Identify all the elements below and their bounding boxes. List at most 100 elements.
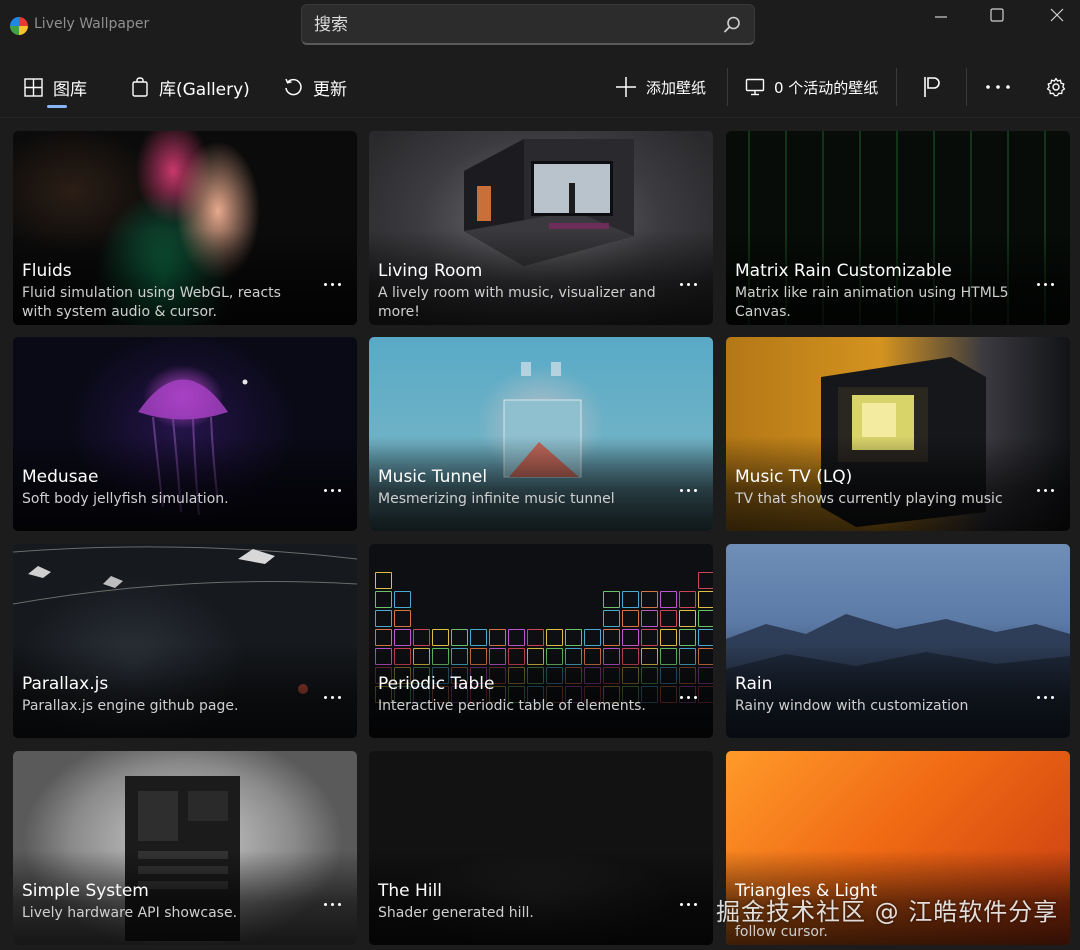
wallpaper-title: Medusae	[22, 467, 99, 487]
more-icon[interactable]	[317, 687, 347, 707]
periodic-cell	[565, 591, 582, 608]
wallpaper-title: Fluids	[22, 261, 72, 281]
periodic-cell	[489, 591, 506, 608]
add-wallpaper-button[interactable]: 添加壁纸	[615, 72, 706, 102]
screen-layout-button[interactable]	[918, 73, 946, 101]
wallpaper-card-rain[interactable]: Rain Rainy window with customization	[726, 544, 1070, 738]
wallpaper-description: Fluid simulation using WebGL, reacts wit…	[22, 285, 281, 320]
periodic-cell	[508, 591, 525, 608]
app-logo-icon	[10, 17, 28, 35]
nav-selected-indicator	[47, 105, 67, 108]
grid-icon	[24, 77, 43, 97]
maximize-icon[interactable]	[976, 4, 1020, 30]
periodic-cell	[527, 610, 544, 627]
periodic-cell	[527, 591, 544, 608]
periodic-cell	[413, 610, 430, 627]
periodic-cell	[641, 591, 658, 608]
wallpaper-card-living-room[interactable]: Living Room A lively room with music, vi…	[369, 131, 713, 325]
periodic-cell	[451, 572, 468, 589]
periodic-cell	[432, 591, 449, 608]
nav-item-label: 图库	[53, 79, 87, 100]
periodic-cell	[660, 591, 677, 608]
wallpaper-description: Shader generated hill.	[378, 905, 534, 921]
more-icon[interactable]	[1030, 274, 1060, 294]
wallpaper-card-simple-system[interactable]: Simple System Lively hardware API showca…	[13, 751, 357, 945]
more-options-button[interactable]	[984, 73, 1012, 101]
search-box[interactable]	[301, 4, 755, 45]
wallpaper-description: A lively room with music, visualizer and…	[378, 285, 656, 320]
active-wallpapers-button[interactable]: 0 个活动的壁纸	[745, 72, 878, 102]
nav-item-library[interactable]: 图库	[24, 72, 87, 102]
more-icon[interactable]	[673, 894, 703, 914]
search-input[interactable]	[314, 13, 704, 37]
nav-item-updates[interactable]: 更新	[283, 72, 347, 102]
periodic-cell	[622, 591, 639, 608]
periodic-cell	[565, 572, 582, 589]
periodic-cell	[679, 591, 696, 608]
periodic-cell	[679, 610, 696, 627]
divider	[966, 68, 967, 106]
periodic-cell	[660, 610, 677, 627]
periodic-cell	[432, 572, 449, 589]
wallpaper-card-music-tunnel[interactable]: Music Tunnel Mesmerizing infinite music …	[369, 337, 713, 531]
wallpaper-title: Matrix Rain Customizable	[735, 261, 952, 281]
search-icon[interactable]	[722, 15, 742, 35]
settings-button[interactable]	[1042, 73, 1070, 101]
periodic-cell	[698, 610, 713, 627]
periodic-cell	[622, 572, 639, 589]
watermark: 掘金技术社区 @ 江皓软件分享	[716, 898, 1059, 926]
periodic-cell	[641, 610, 658, 627]
more-icon[interactable]	[317, 274, 347, 294]
more-icon[interactable]	[317, 894, 347, 914]
refresh-icon	[285, 78, 302, 96]
more-icon[interactable]	[1030, 687, 1060, 707]
periodic-cell	[394, 591, 411, 608]
wallpaper-card-parallax[interactable]: Parallax.js Parallax.js engine github pa…	[13, 544, 357, 738]
periodic-cell	[451, 610, 468, 627]
periodic-cell	[603, 572, 620, 589]
wallpaper-title: Music Tunnel	[378, 467, 488, 487]
wallpaper-description: TV that shows currently playing music	[735, 491, 1003, 507]
monitor-icon	[745, 78, 765, 96]
wallpaper-title: Music TV (LQ)	[735, 467, 853, 487]
periodic-cell	[451, 591, 468, 608]
periodic-cell	[698, 591, 713, 608]
more-icon[interactable]	[1030, 480, 1060, 500]
close-icon[interactable]	[1035, 4, 1079, 30]
periodic-cell	[622, 610, 639, 627]
minimize-icon[interactable]	[920, 4, 964, 30]
periodic-cell	[641, 572, 658, 589]
nav-item-gallery[interactable]: 库(Gallery)	[131, 72, 250, 102]
shopping-bag-icon	[132, 77, 148, 97]
wallpaper-description: Lively hardware API showcase.	[22, 905, 238, 921]
periodic-cell	[546, 591, 563, 608]
periodic-cell	[413, 572, 430, 589]
more-icon[interactable]	[673, 480, 703, 500]
title-bar: Lively Wallpaper	[0, 0, 1080, 52]
wallpaper-card-matrix-rain[interactable]: Matrix Rain Customizable Matrix like rai…	[726, 131, 1070, 325]
wallpaper-card-periodic-table[interactable]: Periodic Table Interactive periodic tabl…	[369, 544, 713, 738]
periodic-cell	[470, 572, 487, 589]
periodic-cell	[546, 610, 563, 627]
wallpaper-description: Soft body jellyfish simulation.	[22, 491, 229, 507]
more-icon[interactable]	[673, 274, 703, 294]
periodic-cell	[679, 572, 696, 589]
periodic-cell	[489, 610, 506, 627]
wallpaper-title: Parallax.js	[22, 674, 109, 694]
wallpaper-card-fluids[interactable]: Fluids Fluid simulation using WebGL, rea…	[13, 131, 357, 325]
periodic-cell	[603, 591, 620, 608]
wallpaper-title: Living Room	[378, 261, 483, 281]
nav-item-label: 库(Gallery)	[159, 79, 250, 100]
wallpaper-card-music-tv[interactable]: Music TV (LQ) TV that shows currently pl…	[726, 337, 1070, 531]
wallpaper-description: Rainy window with customization	[735, 698, 969, 714]
periodic-cell	[508, 610, 525, 627]
wallpaper-card-medusae[interactable]: Medusae Soft body jellyfish simulation.	[13, 337, 357, 531]
periodic-cell	[470, 610, 487, 627]
wallpaper-card-the-hill[interactable]: The Hill Shader generated hill.	[369, 751, 713, 945]
more-icon[interactable]	[317, 480, 347, 500]
wallpaper-description: Mesmerizing infinite music tunnel	[378, 491, 615, 507]
wallpaper-title: Rain	[735, 674, 773, 694]
more-icon[interactable]	[673, 687, 703, 707]
periodic-cell	[375, 572, 392, 589]
periodic-cell	[470, 591, 487, 608]
